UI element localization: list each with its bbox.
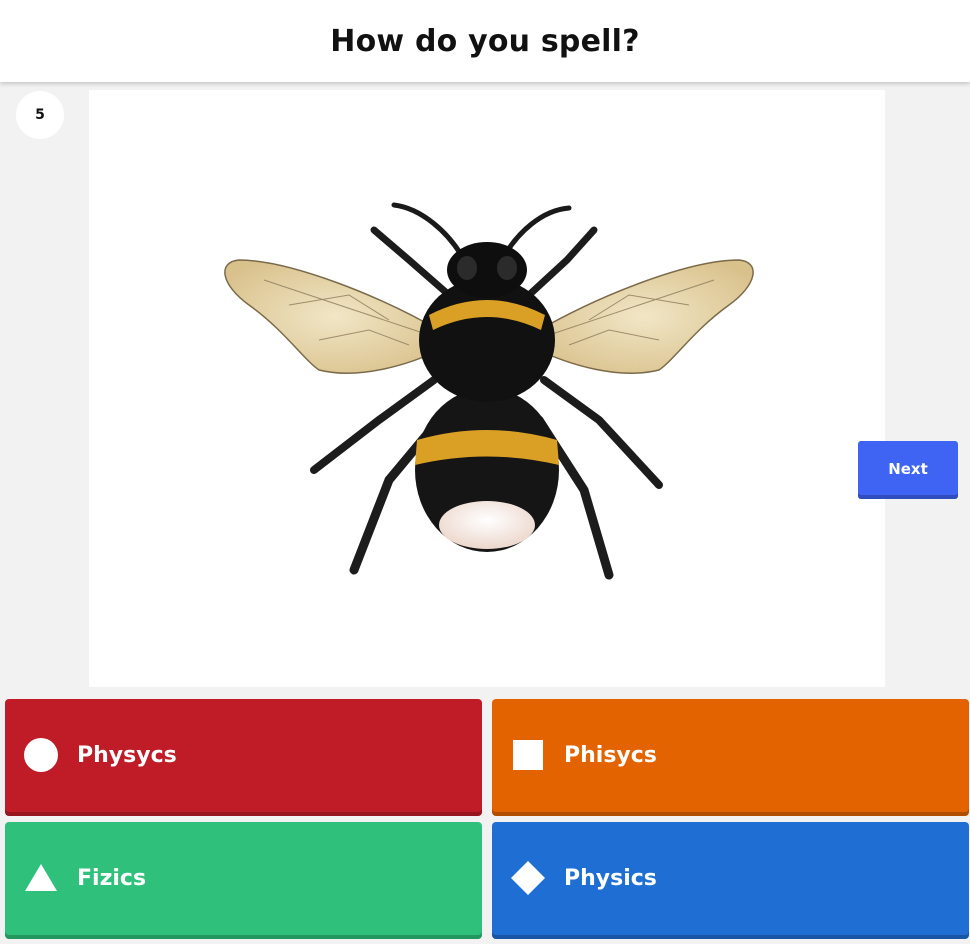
question-header: How do you spell? <box>0 0 970 82</box>
answer-option-1[interactable]: Physycs <box>5 699 482 816</box>
answer-option-4[interactable]: Physics <box>492 822 969 939</box>
bumblebee-illustration <box>224 202 754 580</box>
triangle-icon <box>23 860 59 896</box>
answer-label: Fizics <box>77 866 147 891</box>
circle-icon <box>23 737 59 773</box>
square-icon <box>510 737 546 773</box>
answer-option-2[interactable]: Phisycs <box>492 699 969 816</box>
question-title: How do you spell? <box>330 23 640 59</box>
question-counter: 5 <box>16 91 64 139</box>
answer-label: Phisycs <box>564 743 657 768</box>
next-button[interactable]: Next <box>858 441 958 499</box>
diamond-icon <box>510 860 546 896</box>
question-image <box>89 90 885 687</box>
answer-option-3[interactable]: Fizics <box>5 822 482 939</box>
answer-label: Physycs <box>77 743 177 768</box>
answer-label: Physics <box>564 866 657 891</box>
